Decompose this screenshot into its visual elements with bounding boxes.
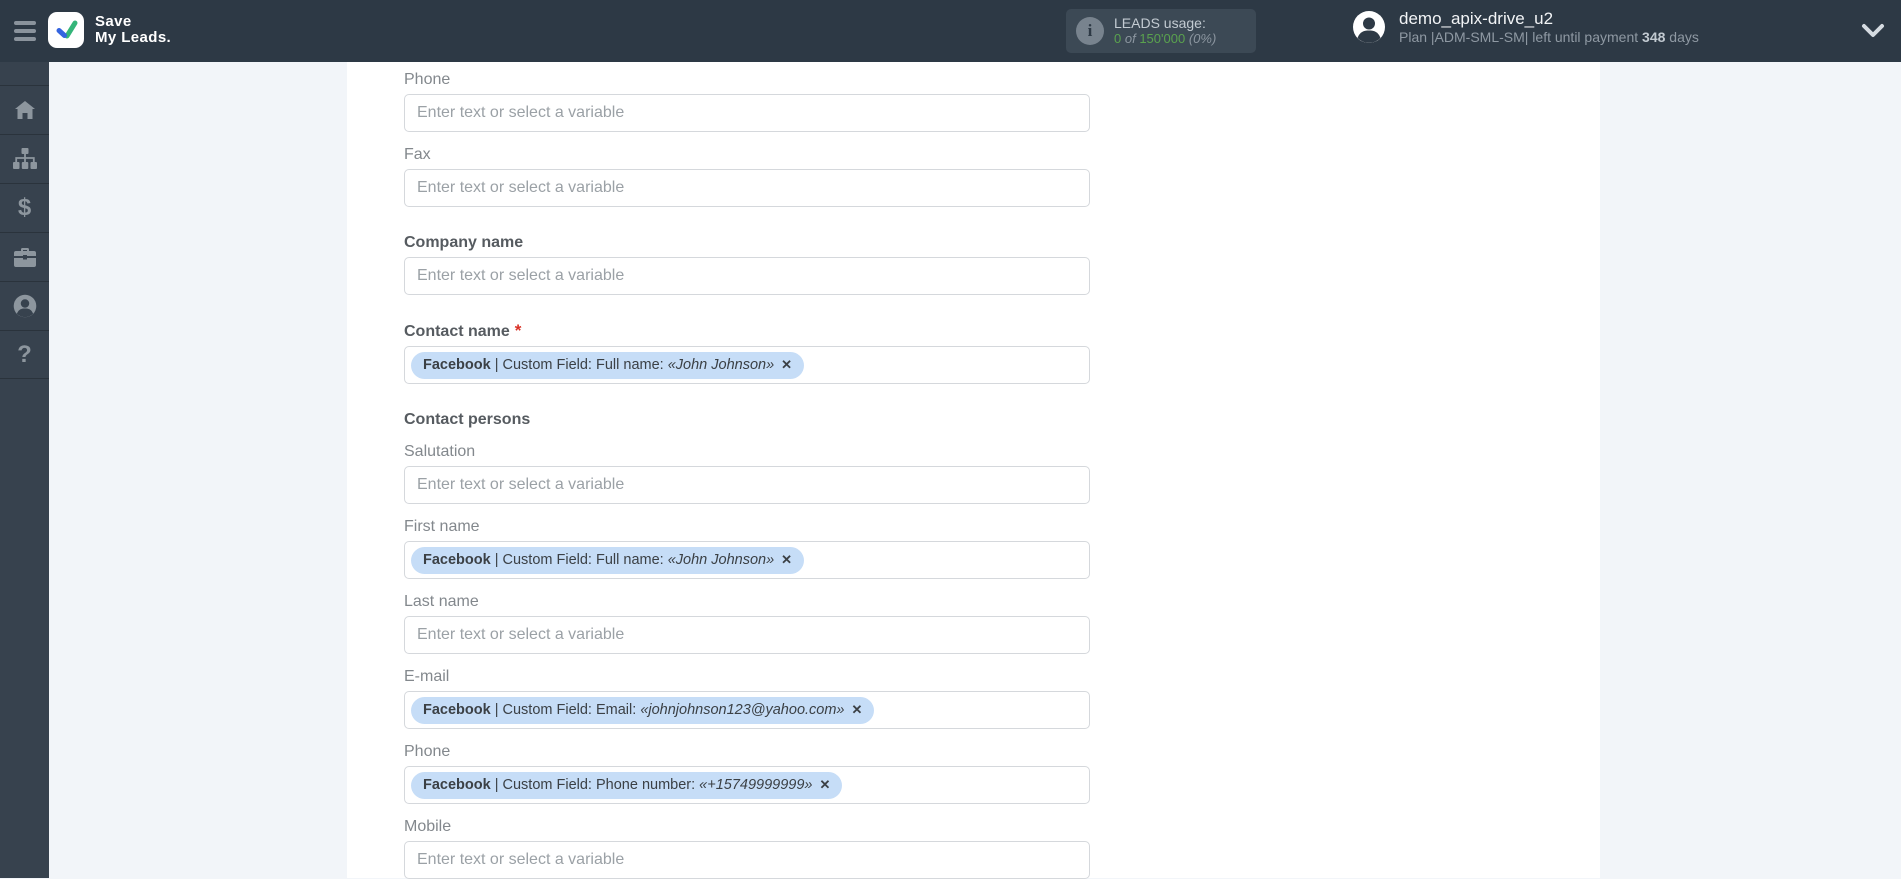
help-icon: ? — [17, 343, 32, 367]
app-logo[interactable]: Save My Leads. — [48, 12, 171, 48]
sidebar-item-home[interactable] — [0, 85, 49, 134]
field-label: First name — [404, 517, 1090, 536]
field-label: Fax — [404, 145, 1090, 164]
field-row-phone-company: Phone — [404, 70, 1090, 132]
account-name: demo_apix-drive_u2 — [1399, 9, 1699, 29]
variable-tag[interactable]: Facebook | Custom Field: Phone number: «… — [411, 772, 842, 799]
field-label: Phone — [404, 742, 1090, 761]
field-label: Mobile — [404, 817, 1090, 836]
field-label: Company name — [404, 233, 1090, 252]
info-icon: i — [1076, 17, 1104, 45]
first-name-input[interactable]: Facebook | Custom Field: Full name: «Joh… — [404, 541, 1090, 579]
section-heading-row: Contact persons — [404, 410, 1090, 429]
field-row-phone: Phone Facebook | Custom Field: Phone num… — [404, 742, 1090, 804]
field-row-contact-name: Contact name* Facebook | Custom Field: F… — [404, 321, 1090, 384]
sidebar-item-services[interactable] — [0, 232, 49, 281]
email-input[interactable]: Facebook | Custom Field: Email: «johnjoh… — [404, 691, 1090, 729]
required-asterisk: * — [515, 321, 522, 340]
phone-input[interactable]: Facebook | Custom Field: Phone number: «… — [404, 766, 1090, 804]
phone-company-input[interactable] — [404, 94, 1090, 132]
remove-tag-icon[interactable]: ✕ — [819, 777, 830, 793]
variable-tag[interactable]: Facebook | Custom Field: Full name: «Joh… — [411, 352, 804, 379]
leads-usage-widget: i LEADS usage: 0 of 150'000 (0%) — [1066, 9, 1256, 53]
field-label: Contact name* — [404, 321, 1090, 341]
salutation-input[interactable] — [404, 466, 1090, 504]
contact-name-input[interactable]: Facebook | Custom Field: Full name: «Joh… — [404, 346, 1090, 384]
field-label: Last name — [404, 592, 1090, 611]
field-label: Phone — [404, 70, 1090, 89]
user-icon — [13, 294, 37, 318]
mobile-input[interactable] — [404, 841, 1090, 879]
remove-tag-icon[interactable]: ✕ — [781, 552, 792, 568]
hamburger-menu-icon[interactable] — [14, 21, 38, 41]
remove-tag-icon[interactable]: ✕ — [852, 702, 863, 718]
remove-tag-icon[interactable]: ✕ — [781, 357, 792, 373]
sidebar-item-connections[interactable] — [0, 134, 49, 183]
dollar-icon: $ — [18, 196, 31, 220]
variable-tag[interactable]: Facebook | Custom Field: Full name: «Joh… — [411, 547, 804, 574]
fax-input[interactable] — [404, 169, 1090, 207]
destination-fields-form: Phone Fax Company name Contact name* Fac… — [347, 62, 1090, 879]
briefcase-icon — [14, 247, 36, 267]
sidebar-item-payments[interactable]: $ — [0, 183, 49, 232]
sidebar-item-account[interactable] — [0, 281, 49, 330]
field-row-mobile: Mobile — [404, 817, 1090, 879]
field-label: E-mail — [404, 667, 1090, 686]
contact-persons-heading: Contact persons — [404, 410, 1090, 429]
field-row-first-name: First name Facebook | Custom Field: Full… — [404, 517, 1090, 579]
account-menu[interactable]: demo_apix-drive_u2 Plan |ADM-SML-SM| lef… — [1352, 9, 1699, 45]
account-plan: Plan |ADM-SML-SM| left until payment 348… — [1399, 29, 1699, 45]
variable-tag[interactable]: Facebook | Custom Field: Email: «johnjoh… — [411, 697, 874, 724]
leads-usage-value: 0 of 150'000 (0%) — [1114, 31, 1216, 47]
sidebar-item-help[interactable]: ? — [0, 330, 49, 379]
field-row-fax: Fax — [404, 145, 1090, 207]
sidebar-nav: $ ? — [0, 62, 49, 878]
logo-checkmark-icon — [48, 12, 84, 48]
avatar-icon — [1352, 10, 1386, 44]
sitemap-icon — [13, 148, 37, 170]
chevron-down-icon[interactable] — [1860, 22, 1886, 40]
field-label: Salutation — [404, 442, 1090, 461]
field-row-salutation: Salutation — [404, 442, 1090, 504]
company-name-input[interactable] — [404, 257, 1090, 295]
field-row-company-name: Company name — [404, 233, 1090, 295]
topbar: Save My Leads. i LEADS usage: 0 of 150'0… — [0, 0, 1901, 62]
leads-usage-label: LEADS usage: — [1114, 15, 1216, 31]
field-row-last-name: Last name — [404, 592, 1090, 654]
mapping-form-card: Phone Fax Company name Contact name* Fac… — [347, 62, 1600, 878]
home-icon — [14, 100, 36, 120]
field-row-email: E-mail Facebook | Custom Field: Email: «… — [404, 667, 1090, 729]
logo-text: Save My Leads. — [95, 14, 171, 46]
last-name-input[interactable] — [404, 616, 1090, 654]
